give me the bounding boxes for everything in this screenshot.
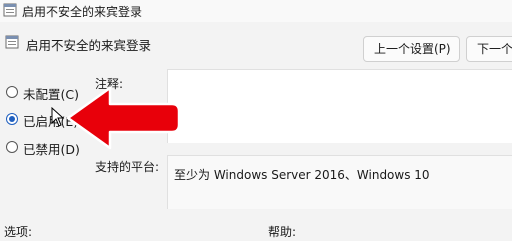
previous-setting-button[interactable]: 上一个设置(P) bbox=[363, 36, 460, 62]
radio-button[interactable] bbox=[6, 86, 18, 98]
policy-setting-icon bbox=[5, 35, 19, 49]
comment-textarea[interactable] bbox=[167, 69, 512, 143]
policy-setting-icon bbox=[3, 3, 17, 17]
options-label: 选项: bbox=[4, 225, 33, 239]
title-bar: 启用不安全的来宾登录 bbox=[0, 0, 512, 22]
red-arrow-pointer bbox=[66, 86, 181, 150]
help-label: 帮助: bbox=[268, 225, 297, 239]
mouse-cursor-icon bbox=[51, 107, 65, 127]
radio-button-selected[interactable] bbox=[6, 113, 18, 125]
supported-platform-value: 至少为 Windows Server 2016、Windows 10 bbox=[174, 168, 430, 182]
radio-button[interactable] bbox=[6, 141, 18, 153]
supported-platform-label: 支持的平台: bbox=[95, 160, 160, 174]
policy-title: 启用不安全的来宾登录 bbox=[26, 38, 152, 53]
next-setting-button[interactable]: 下一个 bbox=[466, 36, 512, 62]
window-title: 启用不安全的来宾登录 bbox=[22, 5, 143, 19]
supported-platform-field: 至少为 Windows Server 2016、Windows 10 bbox=[167, 155, 512, 209]
